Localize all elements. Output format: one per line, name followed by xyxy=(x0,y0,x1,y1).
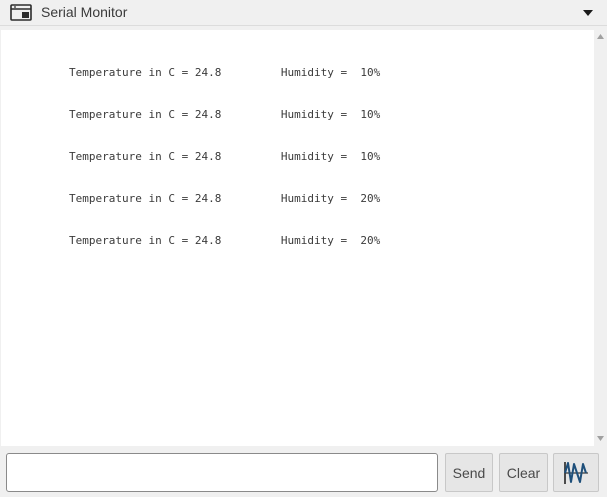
scroll-down-arrow-icon[interactable] xyxy=(596,435,605,442)
serial-monitor-window: Serial Monitor Temperature in C = 24.8 H… xyxy=(0,0,607,497)
clear-button[interactable]: Clear xyxy=(499,453,548,492)
output-line: Temperature in C = 24.8 Humidity = 20% xyxy=(69,234,381,247)
output-lines: Temperature in C = 24.8 Humidity = 10% T… xyxy=(69,38,380,276)
output-line: Temperature in C = 24.8 Humidity = 20% xyxy=(69,192,381,205)
serial-plotter-button[interactable] xyxy=(553,453,599,492)
vertical-scrollbar[interactable] xyxy=(594,30,607,446)
caret-down-icon[interactable] xyxy=(583,9,593,17)
send-button[interactable]: Send xyxy=(445,453,493,492)
output-line: Temperature in C = 24.8 Humidity = 10% xyxy=(69,66,381,79)
title-bar: Serial Monitor xyxy=(0,0,607,26)
output-line: Temperature in C = 24.8 Humidity = 10% xyxy=(69,150,381,163)
message-input[interactable] xyxy=(6,453,438,492)
output-line: Temperature in C = 24.8 Humidity = 10% xyxy=(69,108,381,121)
serial-monitor-window-icon xyxy=(10,4,32,21)
serial-plotter-waveform-icon xyxy=(564,461,588,484)
window-title: Serial Monitor xyxy=(41,4,128,20)
scroll-up-arrow-icon[interactable] xyxy=(596,33,605,40)
serial-output-area[interactable]: Temperature in C = 24.8 Humidity = 10% T… xyxy=(1,30,594,446)
